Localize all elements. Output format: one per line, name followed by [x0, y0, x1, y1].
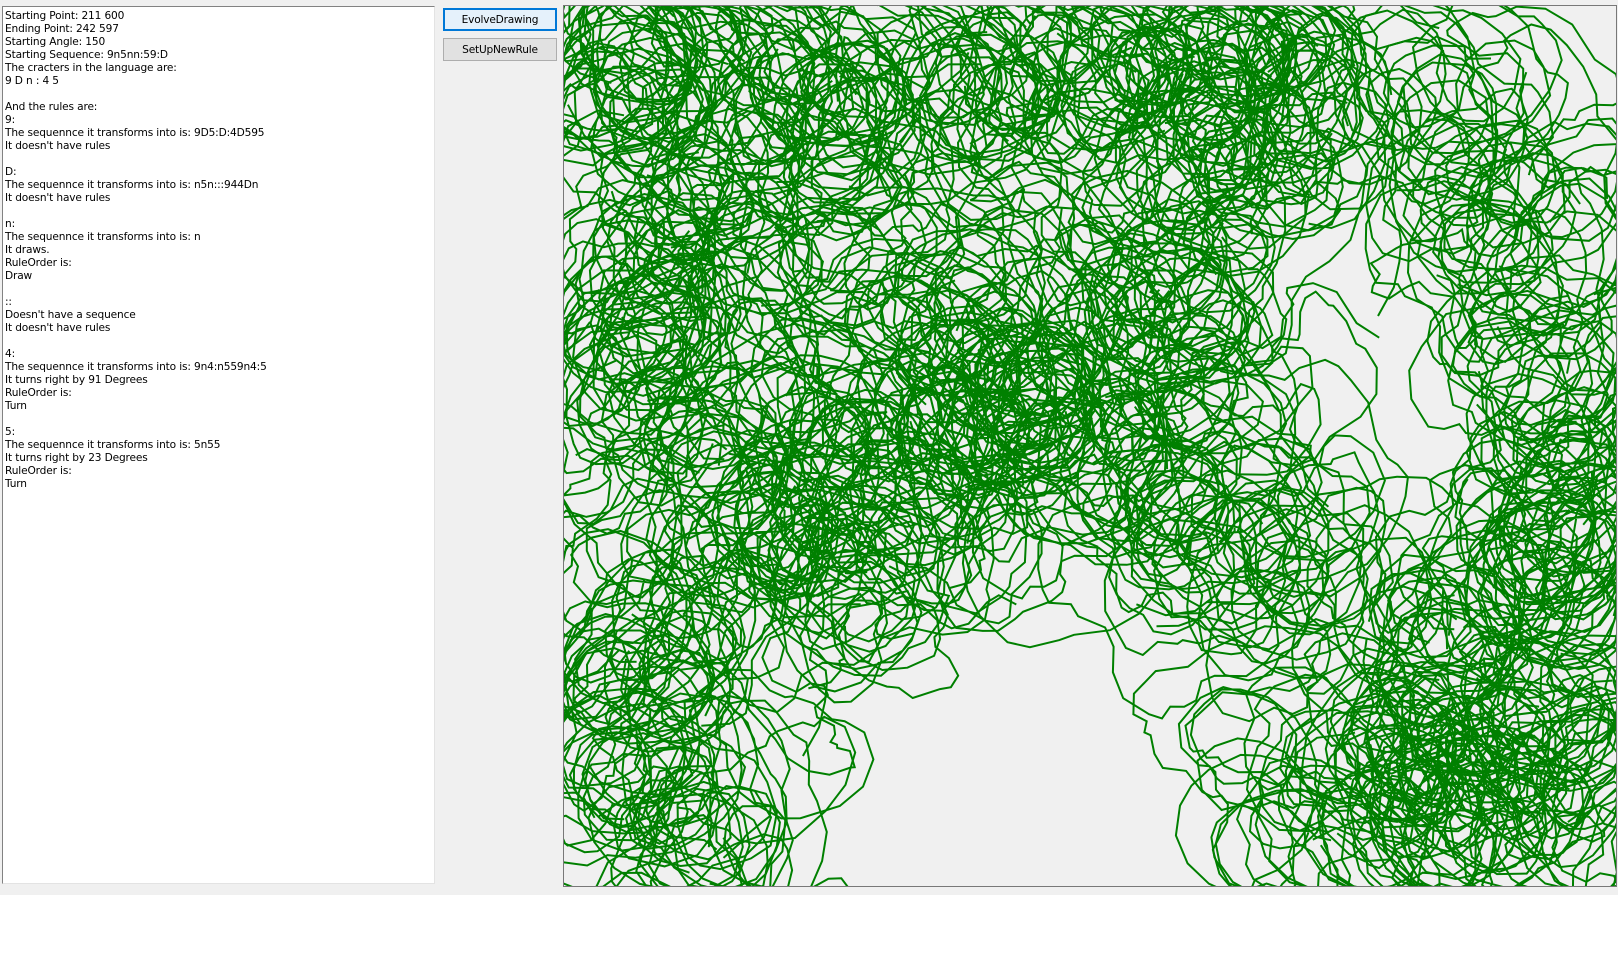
form-surface: Starting Point: 211 600 Ending Point: 24… [0, 0, 1618, 895]
rules-textbox[interactable]: Starting Point: 211 600 Ending Point: 24… [2, 6, 435, 884]
drawing-canvas[interactable] [563, 5, 1617, 887]
setup-new-rule-button-label: SetUpNewRule [462, 43, 538, 56]
setup-new-rule-button[interactable]: SetUpNewRule [443, 38, 557, 61]
drawing-svg [564, 6, 1616, 886]
rules-text: Starting Point: 211 600 Ending Point: 24… [5, 10, 267, 490]
evolve-drawing-button-label: EvolveDrawing [461, 13, 539, 26]
turtle-path-group [564, 6, 1616, 886]
evolve-drawing-button[interactable]: EvolveDrawing [443, 8, 557, 31]
l-system-app-window: Starting Point: 211 600 Ending Point: 24… [0, 0, 1618, 979]
